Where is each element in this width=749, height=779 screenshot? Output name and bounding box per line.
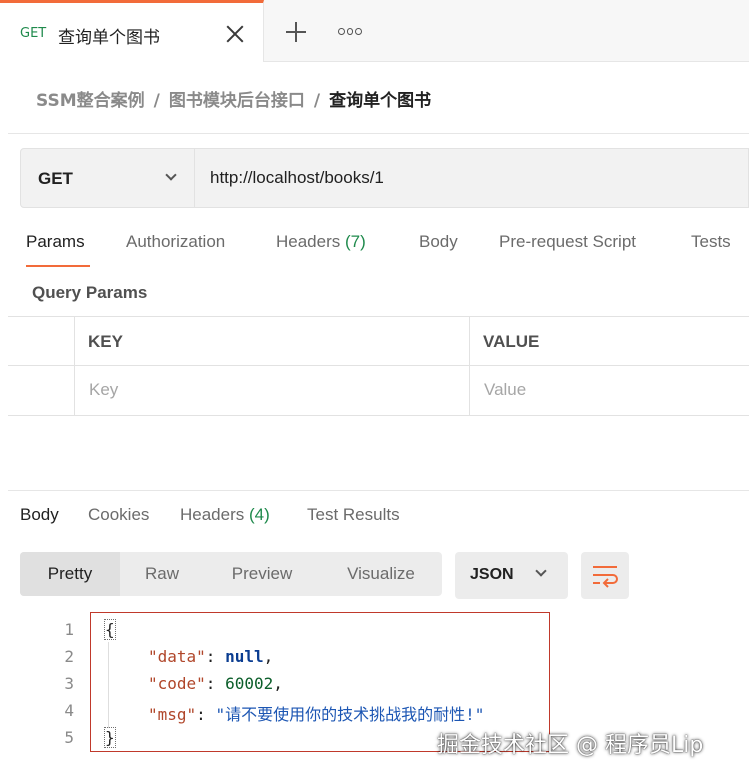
tab-label: Cookies [88, 505, 150, 524]
view-raw-button[interactable]: Raw [120, 552, 204, 596]
breadcrumb-separator: / [153, 91, 160, 111]
tab-label: Tests [691, 232, 731, 251]
line-number: 3 [64, 674, 74, 693]
format-label: JSON [470, 566, 514, 583]
wrap-lines-button[interactable] [581, 552, 629, 599]
url-bar: GET [20, 148, 749, 208]
tab-label: Body [20, 505, 59, 524]
line-number: 4 [64, 701, 74, 720]
tab-pre-request-script[interactable]: Pre-request Script [499, 232, 636, 252]
line-number: 5 [64, 728, 74, 747]
response-tab-test-results[interactable]: Test Results [307, 505, 400, 525]
param-value-input[interactable] [484, 380, 744, 400]
tab-label: Headers [276, 232, 341, 251]
url-input[interactable] [210, 168, 730, 188]
active-tab-indicator [26, 265, 90, 267]
tab-label: Body [419, 232, 458, 251]
method-label: GET [38, 169, 73, 188]
tab-tests[interactable]: Tests [691, 232, 731, 252]
tab-count-badge: (7) [345, 232, 366, 251]
tab-label: Pre-request Script [499, 232, 636, 251]
tab-title: 查询单个图书 [58, 28, 160, 48]
divider [8, 133, 749, 134]
tab-params[interactable]: Params [26, 232, 85, 252]
response-tab-body[interactable]: Body [20, 505, 59, 525]
query-params-title: Query Params [32, 283, 148, 302]
tab-authorization[interactable]: Authorization [126, 232, 225, 252]
chevron-down-icon [165, 169, 177, 181]
tab-strip: GET 查询单个图书 [0, 0, 749, 62]
tab-label: Authorization [126, 232, 226, 251]
breadcrumb-request[interactable]: 查询单个图书 [329, 91, 431, 111]
view-visualize-button[interactable]: Visualize [320, 552, 442, 596]
breadcrumb-separator: / [313, 91, 321, 111]
line-number: 2 [64, 647, 74, 666]
wrap-lines-icon [593, 566, 618, 588]
format-select[interactable]: JSON [455, 552, 568, 599]
plus-icon[interactable] [286, 22, 306, 42]
param-key-input[interactable] [89, 380, 349, 400]
request-tab[interactable]: GET 查询单个图书 [0, 0, 264, 62]
close-icon[interactable] [224, 23, 246, 45]
more-options-icon[interactable] [338, 28, 363, 36]
view-mode-toggle: Pretty Raw Preview Visualize [20, 552, 442, 596]
breadcrumb: SSM整合案例 / 图书模块后台接口 / 查询单个图书 [36, 86, 431, 111]
divider [8, 490, 749, 491]
line-number: 1 [64, 620, 74, 639]
response-tabs: Body Cookies Headers (4) Test Results [20, 505, 749, 535]
response-tab-cookies[interactable]: Cookies [88, 505, 149, 525]
breadcrumb-folder[interactable]: 图书模块后台接口 [169, 91, 305, 111]
query-params-table: KEY VALUE [8, 316, 749, 416]
column-header-value: VALUE [483, 332, 540, 351]
request-tabs: Params Authorization Headers (7) Body Pr… [26, 232, 749, 272]
column-divider [74, 317, 75, 415]
watermark: 掘金技术社区 @ 程序员Lip [437, 733, 704, 758]
tab-count-badge: (4) [249, 505, 270, 524]
tab-body[interactable]: Body [419, 232, 458, 252]
method-select[interactable]: GET [21, 149, 195, 207]
tab-label: Params [26, 232, 85, 251]
tab-headers[interactable]: Headers (7) [276, 232, 366, 252]
view-preview-button[interactable]: Preview [204, 552, 320, 596]
tab-method-label: GET [20, 26, 47, 41]
column-divider [469, 317, 470, 415]
tab-label: Test Results [307, 505, 400, 524]
tab-label: Headers [180, 505, 245, 524]
breadcrumb-collection[interactable]: SSM整合案例 [36, 91, 145, 111]
column-header-key: KEY [88, 332, 123, 351]
response-tab-headers[interactable]: Headers (4) [180, 505, 270, 525]
chevron-down-icon [535, 565, 547, 577]
view-pretty-button[interactable]: Pretty [20, 552, 120, 596]
